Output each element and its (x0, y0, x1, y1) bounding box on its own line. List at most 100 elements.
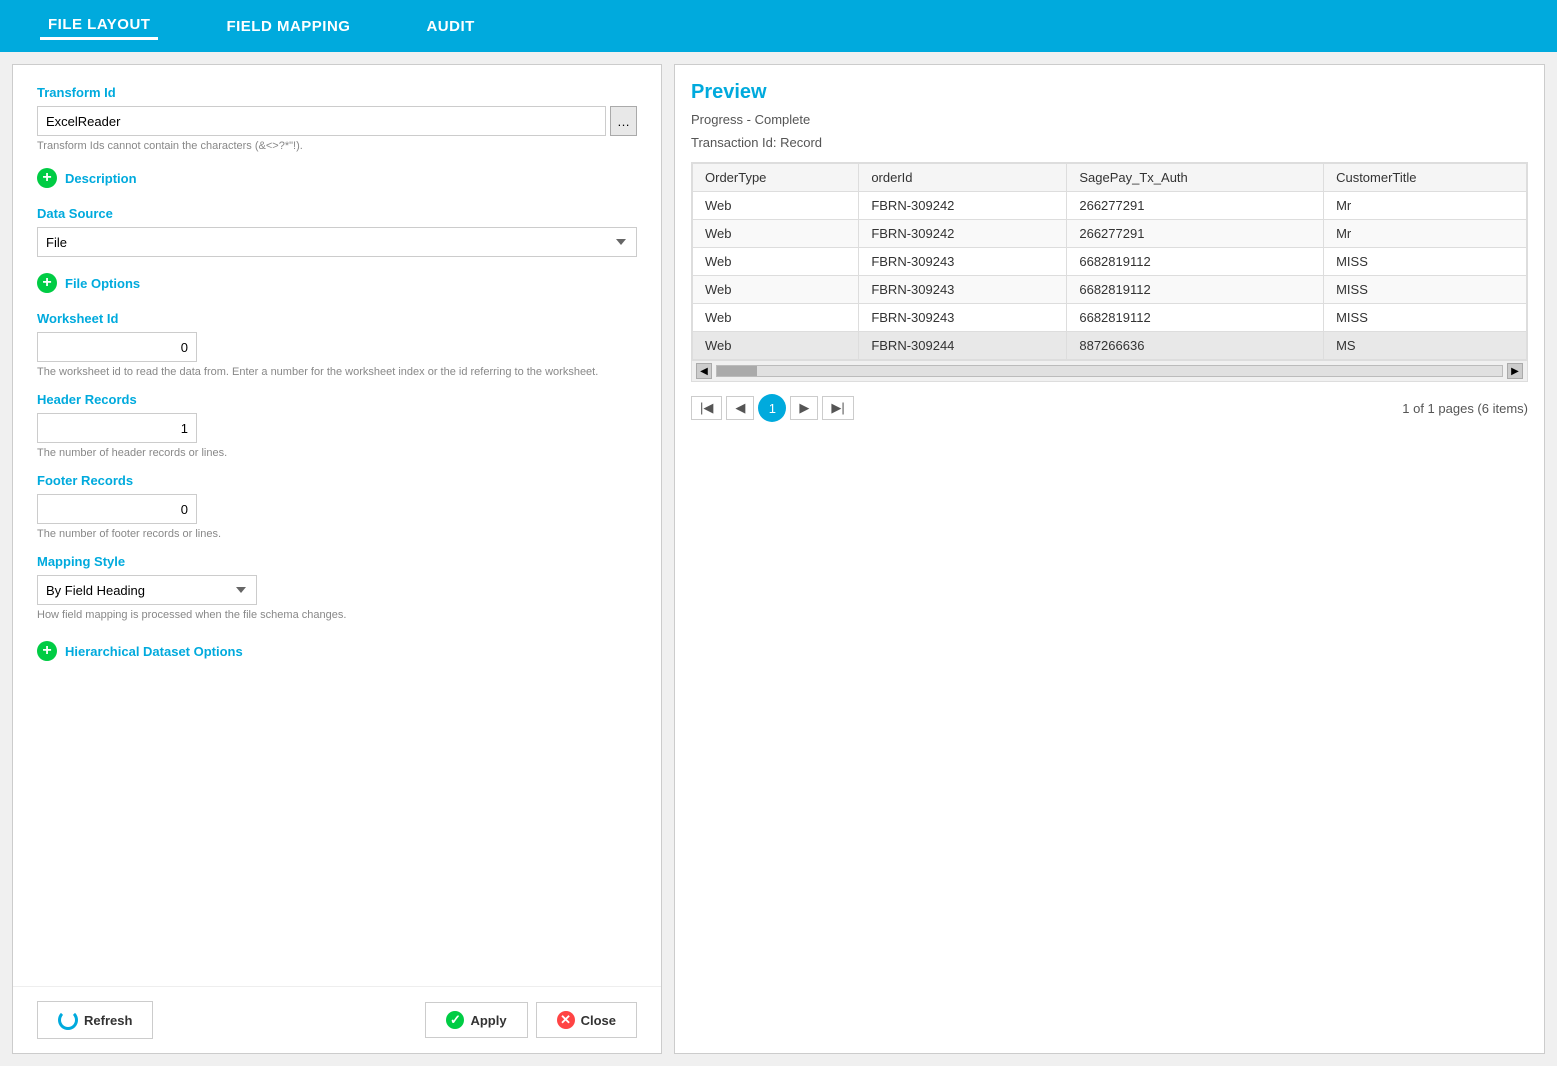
preview-title: Preview (691, 81, 1528, 104)
bottom-bar: Refresh ✓ Apply ✕ Close (13, 986, 661, 1053)
page-1-button[interactable]: 1 (758, 394, 786, 422)
scroll-right-arrow[interactable]: ▶ (1507, 363, 1523, 379)
col-customer-title: CustomerTitle (1324, 164, 1527, 192)
table-header-row: OrderType orderId SagePay_Tx_Auth Custom… (693, 164, 1527, 192)
file-options-label: File Options (65, 276, 140, 291)
main-layout: Transform Id … Transform Ids cannot cont… (0, 52, 1557, 1066)
apply-button[interactable]: ✓ Apply (425, 1002, 527, 1038)
table-cell: Web (693, 276, 859, 304)
table-cell: MISS (1324, 304, 1527, 332)
preview-table: OrderType orderId SagePay_Tx_Auth Custom… (692, 163, 1527, 360)
mapping-style-hint: How field mapping is processed when the … (37, 609, 637, 621)
preview-progress: Progress - Complete (691, 112, 1528, 127)
nav-audit[interactable]: AUDIT (418, 14, 482, 39)
table-cell: Mr (1324, 192, 1527, 220)
table-cell: Web (693, 220, 859, 248)
table-cell: MISS (1324, 276, 1527, 304)
hierarchical-label: Hierarchical Dataset Options (65, 644, 243, 659)
table-cell: 266277291 (1067, 192, 1324, 220)
page-last-button[interactable]: ▶| (822, 396, 853, 420)
close-label: Close (581, 1013, 616, 1028)
page-next-button[interactable]: ▶ (790, 396, 818, 420)
page-first-button[interactable]: |◀ (691, 396, 722, 420)
table-row: WebFBRN-3092436682819112MISS (693, 304, 1527, 332)
action-buttons: ✓ Apply ✕ Close (425, 1002, 637, 1038)
worksheet-id-input[interactable] (37, 332, 197, 362)
right-panel: Preview Progress - Complete Transaction … (674, 64, 1545, 1054)
close-button[interactable]: ✕ Close (536, 1002, 637, 1038)
table-cell: FBRN-309243 (859, 304, 1067, 332)
left-panel: Transform Id … Transform Ids cannot cont… (12, 64, 662, 1054)
table-row: WebFBRN-309242266277291Mr (693, 220, 1527, 248)
scroll-track[interactable] (716, 365, 1503, 377)
transform-id-row: … (37, 106, 637, 136)
transform-id-input[interactable] (37, 106, 606, 136)
table-cell: 6682819112 (1067, 304, 1324, 332)
top-navigation: FILE LAYOUT FIELD MAPPING AUDIT (0, 0, 1557, 52)
table-cell: Web (693, 332, 859, 360)
data-source-wrapper: File (37, 227, 637, 257)
table-cell: Web (693, 192, 859, 220)
scroll-left-arrow[interactable]: ◀ (696, 363, 712, 379)
mapping-style-select[interactable]: By Field Heading By Position (37, 575, 257, 605)
table-row: WebFBRN-309244887266636MS (693, 332, 1527, 360)
transform-id-label: Transform Id (37, 85, 637, 100)
footer-records-label: Footer Records (37, 473, 637, 488)
table-cell: 6682819112 (1067, 248, 1324, 276)
refresh-icon (58, 1010, 78, 1030)
description-section: + Description (37, 168, 637, 188)
table-cell: MS (1324, 332, 1527, 360)
mapping-style-label: Mapping Style (37, 554, 637, 569)
table-cell: Web (693, 304, 859, 332)
pagination-bar: |◀ ◀ 1 ▶ ▶| 1 of 1 pages (6 items) (691, 390, 1528, 426)
footer-records-input[interactable] (37, 494, 197, 524)
table-cell: Web (693, 248, 859, 276)
worksheet-id-hint: The worksheet id to read the data from. … (37, 366, 637, 378)
refresh-label: Refresh (84, 1013, 132, 1028)
scroll-thumb[interactable] (717, 366, 757, 376)
hierarchical-section: + Hierarchical Dataset Options (37, 641, 637, 661)
table-cell: FBRN-309242 (859, 192, 1067, 220)
header-records-input[interactable] (37, 413, 197, 443)
browse-button[interactable]: … (610, 106, 637, 136)
data-source-label: Data Source (37, 206, 637, 221)
table-cell: FBRN-309244 (859, 332, 1067, 360)
table-cell: 266277291 (1067, 220, 1324, 248)
pagination-info: 1 of 1 pages (6 items) (1402, 401, 1528, 416)
table-cell: FBRN-309243 (859, 248, 1067, 276)
footer-records-hint: The number of footer records or lines. (37, 528, 637, 540)
description-label: Description (65, 171, 137, 186)
preview-transaction: Transaction Id: Record (691, 135, 1528, 150)
description-expand-icon[interactable]: + (37, 168, 57, 188)
file-options-expand-icon[interactable]: + (37, 273, 57, 293)
mapping-style-wrapper: By Field Heading By Position (37, 575, 637, 605)
nav-field-mapping[interactable]: FIELD MAPPING (218, 14, 358, 39)
horizontal-scrollbar[interactable]: ◀ ▶ (691, 361, 1528, 382)
file-options-section: + File Options (37, 273, 637, 293)
table-cell: 887266636 (1067, 332, 1324, 360)
table-row: WebFBRN-309242266277291Mr (693, 192, 1527, 220)
nav-file-layout[interactable]: FILE LAYOUT (40, 12, 158, 40)
hierarchical-expand-icon[interactable]: + (37, 641, 57, 661)
close-icon: ✕ (557, 1011, 575, 1029)
pagination-controls: |◀ ◀ 1 ▶ ▶| (691, 394, 854, 422)
header-records-label: Header Records (37, 392, 637, 407)
table-cell: MISS (1324, 248, 1527, 276)
refresh-button[interactable]: Refresh (37, 1001, 153, 1039)
worksheet-id-label: Worksheet Id (37, 311, 637, 326)
data-source-select[interactable]: File (37, 227, 637, 257)
page-prev-button[interactable]: ◀ (726, 396, 754, 420)
col-order-id: orderId (859, 164, 1067, 192)
table-cell: 6682819112 (1067, 276, 1324, 304)
table-row: WebFBRN-3092436682819112MISS (693, 276, 1527, 304)
transform-id-hint: Transform Ids cannot contain the charact… (37, 140, 637, 152)
table-cell: FBRN-309242 (859, 220, 1067, 248)
col-sagepay: SagePay_Tx_Auth (1067, 164, 1324, 192)
table-row: WebFBRN-3092436682819112MISS (693, 248, 1527, 276)
table-cell: Mr (1324, 220, 1527, 248)
col-order-type: OrderType (693, 164, 859, 192)
apply-label: Apply (470, 1013, 506, 1028)
table-cell: FBRN-309243 (859, 276, 1067, 304)
header-records-hint: The number of header records or lines. (37, 447, 637, 459)
apply-icon: ✓ (446, 1011, 464, 1029)
